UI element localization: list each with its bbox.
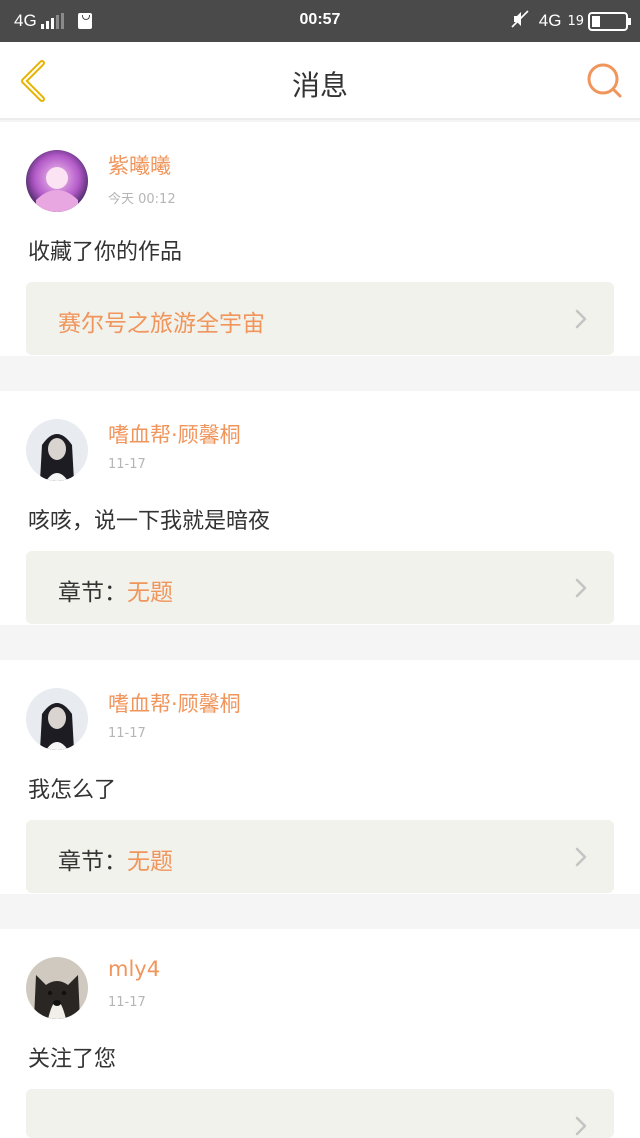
chevron-right-icon xyxy=(575,847,587,867)
status-right: 4G 19 xyxy=(511,10,631,32)
reference-link[interactable]: 赛尔号之旅游全宇宙 xyxy=(26,282,614,355)
message-time: 11-17 xyxy=(108,726,146,741)
message-text: 咳咳，说一下我就是暗夜 xyxy=(28,509,271,534)
chevron-right-icon xyxy=(575,1116,587,1136)
sender-name[interactable]: mly4 xyxy=(108,957,160,981)
sender-name[interactable]: 紫曦曦 xyxy=(108,150,171,180)
reference-text: 章节：无题 xyxy=(58,573,173,607)
message-time: 11-17 xyxy=(108,457,146,472)
message-card[interactable]: 嗜血帮·顾馨桐 11-17 咳咳，说一下我就是暗夜 章节：无题 xyxy=(0,391,640,625)
message-text: 关注了您 xyxy=(28,1047,117,1072)
anime-girl-avatar-icon xyxy=(26,150,88,212)
avatar[interactable] xyxy=(26,688,88,750)
status-bar: 4G 00:57 4G 19 xyxy=(0,0,640,42)
search-button[interactable] xyxy=(586,62,624,100)
message-text: 收藏了你的作品 xyxy=(28,240,183,265)
avatar[interactable] xyxy=(26,957,88,1019)
husky-dog-avatar-icon xyxy=(26,957,88,1019)
page-title: 消息 xyxy=(291,69,348,102)
avatar[interactable] xyxy=(26,419,88,481)
message-card[interactable]: 紫曦曦 今天 00:12 收藏了你的作品 赛尔号之旅游全宇宙 xyxy=(0,122,640,356)
network-type-label-right: 4G xyxy=(538,11,562,30)
reference-link[interactable] xyxy=(26,1089,614,1138)
battery-percent: 19 xyxy=(567,13,584,29)
app-header: 消息 xyxy=(0,42,640,120)
reference-prefix: 章节： xyxy=(58,849,127,875)
message-time: 今天 00:12 xyxy=(108,192,176,207)
reference-link[interactable]: 章节：无题 xyxy=(26,551,614,624)
message-time: 11-17 xyxy=(108,995,146,1010)
chevron-right-icon xyxy=(575,578,587,598)
reference-title: 无题 xyxy=(127,580,173,606)
reference-link[interactable]: 章节：无题 xyxy=(26,820,614,893)
dark-hair-avatar-icon xyxy=(26,419,88,481)
message-card[interactable]: 嗜血帮·顾馨桐 11-17 我怎么了 章节：无题 xyxy=(0,660,640,894)
sender-name[interactable]: 嗜血帮·顾馨桐 xyxy=(108,688,241,718)
battery-icon xyxy=(588,11,631,31)
reference-text: 赛尔号之旅游全宇宙 xyxy=(58,304,265,338)
avatar[interactable] xyxy=(26,150,88,212)
reference-text: 章节：无题 xyxy=(58,842,173,876)
reference-title: 赛尔号之旅游全宇宙 xyxy=(58,311,265,337)
message-text: 我怎么了 xyxy=(28,778,117,803)
message-card[interactable]: mly4 11-17 关注了您 xyxy=(0,929,640,1138)
reference-title: 无题 xyxy=(127,849,173,875)
dark-hair-avatar-icon xyxy=(26,688,88,750)
search-icon xyxy=(587,63,622,98)
sender-name[interactable]: 嗜血帮·顾馨桐 xyxy=(108,419,241,449)
reference-prefix: 章节： xyxy=(58,580,127,606)
mute-icon xyxy=(511,10,529,32)
chevron-right-icon xyxy=(575,309,587,329)
